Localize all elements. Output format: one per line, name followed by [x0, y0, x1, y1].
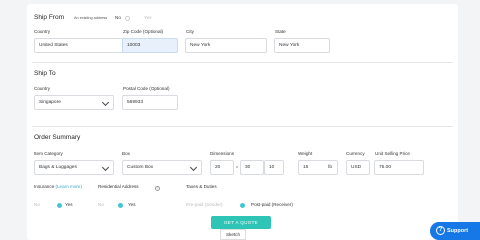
postal-code-input[interactable]: 569933	[122, 95, 178, 110]
dimensions-label: Dimensions	[210, 151, 234, 156]
weight-unit: lb	[328, 165, 332, 170]
sketch-button[interactable]: Sketch	[220, 229, 246, 240]
get-quote-button[interactable]: GET A QUOTE	[211, 216, 271, 229]
weight-label: Weight	[298, 151, 313, 156]
to-country-value: Singapore	[39, 100, 61, 105]
from-country-label: Country	[34, 29, 51, 34]
postal-code-label: Postal Code (Optional)	[123, 86, 170, 91]
residential-address-label: Residential Address	[98, 184, 139, 189]
taxes-prepaid-sender-label[interactable]: Pre-paid (Sender)	[186, 202, 223, 207]
box-select[interactable]: Custom Box	[122, 160, 202, 175]
zip-code-input[interactable]: 10003	[122, 38, 178, 53]
insurance-no-label[interactable]: No	[34, 202, 40, 207]
to-country-select[interactable]: Singapore	[34, 95, 114, 110]
residential-no-label[interactable]: No	[98, 202, 104, 207]
order-summary-title: Order Summary	[34, 134, 81, 141]
chevron-down-icon	[101, 98, 110, 107]
state-input[interactable]: New York	[274, 38, 330, 53]
info-icon[interactable]: i	[155, 186, 160, 191]
unit-price-label: Unit Selling Price	[375, 151, 410, 156]
currency-value: USD	[351, 165, 362, 170]
existing-address-no-label[interactable]: No	[115, 15, 121, 20]
weight-value: 15	[303, 165, 309, 170]
divider	[32, 62, 453, 63]
box-value: Custom Box	[127, 165, 154, 170]
dimension-width-input[interactable]: 30	[240, 160, 264, 175]
existing-address-yes-label[interactable]: Yes	[144, 15, 152, 20]
taxes-postpaid-radio[interactable]	[240, 203, 245, 208]
zip-code-label: Zip Code (Optional)	[123, 29, 164, 34]
insurance-label-text: Insurance	[34, 184, 55, 189]
box-label: Box	[122, 151, 130, 156]
state-label: State	[275, 29, 286, 34]
item-category-select[interactable]: Bags & Luggages	[34, 160, 114, 175]
insurance-yes-radio[interactable]	[57, 203, 62, 208]
dimension-length-input[interactable]: 20	[210, 160, 234, 175]
shipping-form-card: Ship From An existing address No Yes Cou…	[27, 4, 458, 240]
insurance-label: Insurance (Learn more)	[34, 184, 82, 189]
dimension-height-input[interactable]: 10	[264, 160, 284, 175]
ship-to-title: Ship To	[34, 70, 56, 77]
dimension-separator: x	[236, 165, 238, 169]
item-category-label: Item Category	[34, 151, 63, 156]
taxes-duties-label: Taxes & Duties	[186, 184, 217, 189]
help-icon: ?	[436, 226, 445, 235]
residential-yes-label[interactable]: Yes	[128, 202, 136, 207]
to-country-label: Country	[34, 86, 51, 91]
insurance-yes-label[interactable]: Yes	[65, 202, 73, 207]
insurance-learn-more-link[interactable]: (Learn more)	[55, 184, 82, 189]
chevron-down-icon	[189, 163, 198, 172]
weight-input[interactable]: 15 lb	[298, 160, 338, 175]
city-label: City	[186, 29, 194, 34]
existing-address-toggle[interactable]	[125, 16, 130, 21]
item-category-value: Bags & Luggages	[39, 165, 77, 170]
residential-yes-radio[interactable]	[118, 203, 123, 208]
support-label: Support	[447, 228, 469, 234]
existing-address-label: An existing address	[74, 16, 108, 20]
divider	[32, 126, 453, 127]
taxes-postpaid-receiver-label[interactable]: Post-paid (Receiver)	[251, 202, 293, 207]
city-input[interactable]: New York	[185, 38, 267, 53]
chevron-down-icon	[101, 163, 110, 172]
ship-from-title: Ship From	[34, 14, 64, 21]
currency-label: Currency	[346, 151, 365, 156]
support-button[interactable]: ? Support	[430, 222, 480, 240]
currency-select[interactable]: USD	[346, 160, 370, 175]
unit-price-input[interactable]: 75.00	[374, 160, 424, 175]
